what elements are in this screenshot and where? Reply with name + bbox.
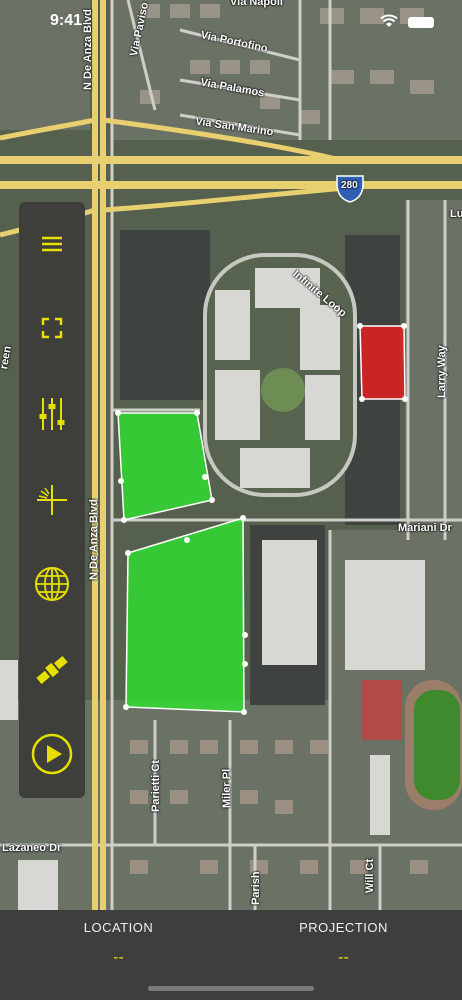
- street-label-n-de-anza-mid: N De Anza Blvd: [88, 499, 100, 580]
- street-label-parietti-ct: Parietti Ct: [150, 760, 162, 812]
- projection-value: --: [338, 949, 349, 966]
- globe-icon: [35, 567, 69, 601]
- street-label-miller-pl: Miler Pl: [221, 768, 233, 808]
- projection-panel[interactable]: PROJECTION --: [228, 910, 459, 967]
- play-button[interactable]: [19, 724, 85, 784]
- menu-button[interactable]: [19, 214, 85, 274]
- satellite-icon: [36, 656, 68, 684]
- crosshair-button[interactable]: [19, 470, 85, 530]
- street-label-lazaneo-dr: Lazaneo Dr: [2, 842, 62, 854]
- street-label-parish: Parish: [250, 871, 262, 905]
- wifi-icon: [380, 14, 398, 27]
- menu-icon: [42, 236, 62, 252]
- street-label-will-ct: Will Ct: [364, 858, 376, 893]
- status-bar: 9:41: [0, 0, 462, 44]
- location-value: --: [113, 949, 124, 966]
- tool-sidebar: [19, 202, 85, 798]
- sliders-icon: [39, 398, 65, 430]
- status-time: 9:41: [50, 12, 83, 29]
- battery-icon: [408, 17, 434, 28]
- settings-sliders-button[interactable]: [19, 384, 85, 444]
- satellite-button[interactable]: [19, 640, 85, 700]
- street-label-lu-partial: Lu: [450, 208, 462, 220]
- play-icon: [31, 733, 73, 775]
- street-label-mariani-dr: Mariani Dr: [398, 522, 452, 534]
- location-label: LOCATION: [83, 920, 154, 935]
- home-indicator[interactable]: [148, 986, 314, 991]
- crosshair-icon: [37, 485, 67, 515]
- highway-shield-label: 280: [341, 180, 358, 191]
- globe-button[interactable]: [19, 554, 85, 614]
- fullscreen-button[interactable]: [19, 298, 85, 358]
- street-label-larry-way: Larry Way: [436, 345, 448, 398]
- fullscreen-icon: [41, 317, 63, 339]
- location-panel[interactable]: LOCATION --: [3, 910, 234, 967]
- projection-label: PROJECTION: [299, 920, 388, 935]
